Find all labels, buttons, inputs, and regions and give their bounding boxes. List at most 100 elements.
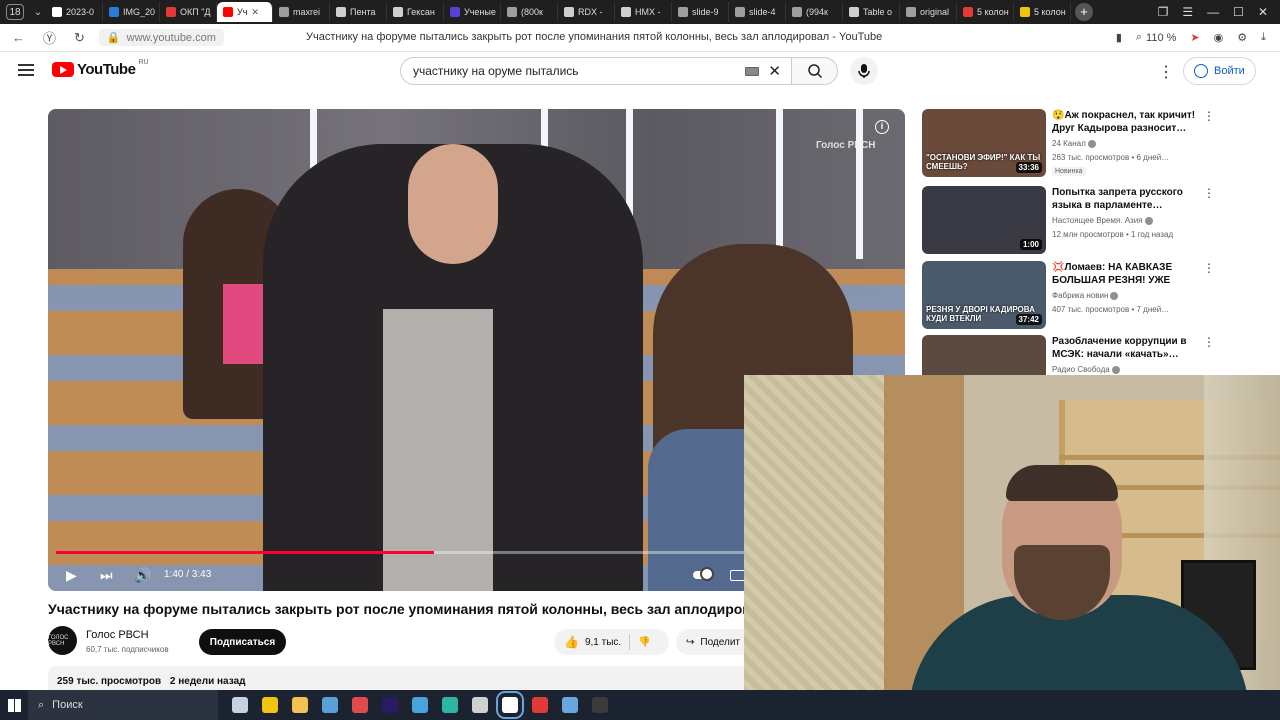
tab-label: original bbox=[920, 7, 950, 17]
search-input[interactable]: участнику на оруме пытались ✕ bbox=[400, 57, 792, 85]
yandex-icon[interactable] bbox=[532, 697, 548, 713]
subscribe-button[interactable]: Подписаться bbox=[199, 629, 286, 655]
taskbar-search[interactable]: ⌕ Поиск bbox=[28, 690, 218, 720]
file-explorer-icon[interactable] bbox=[292, 697, 308, 713]
recommended-title[interactable]: 😲Аж покраснел, так кричит! Друг Кадырова… bbox=[1052, 109, 1197, 135]
tab-list-chevron-icon[interactable]: ⌄ bbox=[30, 7, 46, 18]
settings-kebab-icon[interactable]: ⋮ bbox=[1158, 62, 1174, 82]
browser-tab[interactable]: Table o bbox=[843, 2, 900, 22]
sign-in-button[interactable]: Войти bbox=[1183, 57, 1256, 85]
tab-groups-icon[interactable]: ❐ bbox=[1158, 5, 1169, 19]
url-field[interactable]: 🔒 www.youtube.com bbox=[98, 29, 224, 46]
browser-tab[interactable]: 2023-0 bbox=[46, 2, 103, 22]
keyboard-icon[interactable] bbox=[745, 67, 759, 76]
clear-search-icon[interactable]: ✕ bbox=[768, 62, 781, 80]
like-icon[interactable]: 👍 bbox=[554, 635, 585, 649]
recommended-channel[interactable]: Фабрика новин bbox=[1052, 291, 1119, 300]
recommended-title[interactable]: Попытка запрета русского языка в парламе… bbox=[1052, 186, 1197, 212]
globe-icon[interactable] bbox=[412, 697, 428, 713]
chrome-icon[interactable] bbox=[262, 697, 278, 713]
recommended-channel[interactable]: Радио Свобода bbox=[1052, 365, 1120, 374]
browser-tab-bar: 18 ⌄ 2023-0 IMG_20 ОКП "Д Уч ✕ maxrei Пента Гек… bbox=[0, 0, 1280, 24]
browser-tab[interactable]: ОКП "Д bbox=[160, 2, 217, 22]
recommended-channel[interactable]: 24 Канал bbox=[1052, 139, 1096, 148]
back-icon[interactable]: ← bbox=[12, 30, 25, 45]
dislike-icon[interactable]: 👎 bbox=[638, 637, 650, 648]
webcam-overlay bbox=[744, 375, 1280, 720]
browser-tab[interactable]: Ученые bbox=[444, 2, 501, 22]
more-actions-icon[interactable]: ⋮ bbox=[1203, 186, 1215, 200]
yandex-home-icon[interactable]: Ⓨ bbox=[43, 28, 56, 47]
recommended-video[interactable]: "ОСТАНОВИ ЭФИР!" КАК ТЫ СМЕЕШЬ? 33:36 😲Аж … bbox=[922, 109, 1222, 177]
browser-tab[interactable]: (994к bbox=[786, 2, 843, 22]
premiere-icon[interactable] bbox=[382, 697, 398, 713]
description-box[interactable]: 259 тыс. просмотров 2 недели назад bbox=[48, 666, 748, 690]
edge-icon[interactable] bbox=[442, 697, 458, 713]
more-actions-icon[interactable]: ⋮ bbox=[1203, 261, 1215, 275]
more-actions-icon[interactable]: ⋮ bbox=[1203, 109, 1215, 123]
tab-favicon-icon bbox=[735, 7, 745, 17]
recommended-video[interactable]: РЕЗНЯ У ДВОРІ КАДИРОВА КУДИ ВТЕКЛИ 37:42 💢… bbox=[922, 261, 1222, 329]
zoom-indicator[interactable]: ⌕ 110 % bbox=[1136, 31, 1177, 44]
webcam-wallpaper bbox=[744, 375, 904, 720]
browser-tab[interactable]: HMX - bbox=[615, 2, 672, 22]
recommended-channel[interactable]: Настоящее Время. Азия bbox=[1052, 216, 1153, 225]
browser-tab[interactable]: maxrei bbox=[273, 2, 330, 22]
close-tab-icon[interactable]: ✕ bbox=[251, 7, 259, 18]
more-actions-icon[interactable]: ⋮ bbox=[1203, 335, 1215, 349]
bookmark-icon[interactable]: ▮ bbox=[1116, 31, 1122, 44]
notepad-icon[interactable] bbox=[562, 697, 578, 713]
browser-tab[interactable]: (800к bbox=[501, 2, 558, 22]
settings-icon[interactable]: ⚙ bbox=[1237, 31, 1247, 44]
recommended-title[interactable]: Разоблачение коррупции в МСЭК: начали «к… bbox=[1052, 335, 1197, 361]
tab-counter[interactable]: 18 bbox=[6, 4, 24, 20]
next-icon[interactable]: ⏭ bbox=[100, 567, 113, 584]
browser-tab[interactable]: Пента bbox=[330, 2, 387, 22]
browser-tab[interactable]: 5 колон bbox=[957, 2, 1014, 22]
recommended-video[interactable]: 1:00 Попытка запрета русского языка в пар… bbox=[922, 186, 1222, 254]
screen-recorder-icon[interactable] bbox=[352, 697, 368, 713]
close-window-icon[interactable]: ✕ bbox=[1258, 5, 1268, 19]
photos-icon[interactable] bbox=[472, 697, 488, 713]
media-icon[interactable]: ◉ bbox=[1214, 31, 1224, 44]
channel-name[interactable]: Голос РВСН bbox=[86, 629, 149, 641]
video-frame-man-shirt bbox=[383, 309, 493, 591]
youtube-logo[interactable]: YouTube RU bbox=[52, 59, 149, 78]
start-button[interactable] bbox=[0, 690, 28, 720]
autoplay-toggle-icon[interactable] bbox=[700, 567, 714, 581]
maximize-icon[interactable]: ☐ bbox=[1233, 5, 1244, 19]
browser-tab[interactable]: RDX - bbox=[558, 2, 615, 22]
channel-avatar[interactable]: ГОЛОС РВСН bbox=[48, 626, 77, 655]
voice-search-button[interactable] bbox=[850, 57, 878, 85]
search-button[interactable] bbox=[791, 57, 838, 85]
new-tab-button[interactable]: + bbox=[1075, 3, 1093, 21]
video-thumbnail[interactable]: "ОСТАНОВИ ЭФИР!" КАК ТЫ СМЕЕШЬ? 33:36 bbox=[922, 109, 1046, 177]
yandex-browser-icon[interactable] bbox=[496, 691, 524, 719]
recommended-title[interactable]: 💢Ломаев: НА КАВКАЗЕ БОЛЬШАЯ РЕЗНЯ! УЖЕ 2… bbox=[1052, 261, 1197, 287]
browser-tab[interactable]: original bbox=[900, 2, 957, 22]
info-icon[interactable]: i bbox=[875, 120, 889, 134]
volume-icon[interactable]: 🔊 bbox=[134, 567, 151, 584]
browser-tab[interactable]: 5 колон bbox=[1014, 2, 1071, 22]
calculator-icon[interactable] bbox=[322, 697, 338, 713]
browser-tab[interactable]: Гексан bbox=[387, 2, 444, 22]
download-icon[interactable]: ⤓ bbox=[1261, 31, 1266, 44]
video-thumbnail[interactable]: РЕЗНЯ У ДВОРІ КАДИРОВА КУДИ ВТЕКЛИ 37:42 bbox=[922, 261, 1046, 329]
browser-tab[interactable]: IMG_20 bbox=[103, 2, 160, 22]
browser-tab[interactable]: slide-4 bbox=[729, 2, 786, 22]
minimize-icon[interactable]: — bbox=[1207, 5, 1219, 19]
recommended-channel-name: Настоящее Время. Азия bbox=[1052, 216, 1143, 225]
obs-icon[interactable] bbox=[592, 697, 608, 713]
menu-icon[interactable]: ☰ bbox=[1182, 5, 1193, 19]
recommended-meta: 12 млн просмотров • 1 год назад bbox=[1052, 230, 1174, 239]
browser-tab[interactable]: Уч ✕ bbox=[217, 2, 273, 22]
like-count[interactable]: 9,1 тыс. bbox=[585, 637, 621, 648]
browser-tab[interactable]: slide-9 bbox=[672, 2, 729, 22]
play-icon[interactable]: ▶ bbox=[66, 567, 77, 584]
like-divider bbox=[629, 634, 631, 650]
reload-icon[interactable]: ↻ bbox=[74, 30, 85, 46]
rocket-icon[interactable]: ➤ bbox=[1190, 31, 1199, 44]
video-thumbnail[interactable]: 1:00 bbox=[922, 186, 1046, 254]
hamburger-menu-icon[interactable] bbox=[18, 64, 34, 76]
task-view-icon[interactable] bbox=[232, 697, 248, 713]
